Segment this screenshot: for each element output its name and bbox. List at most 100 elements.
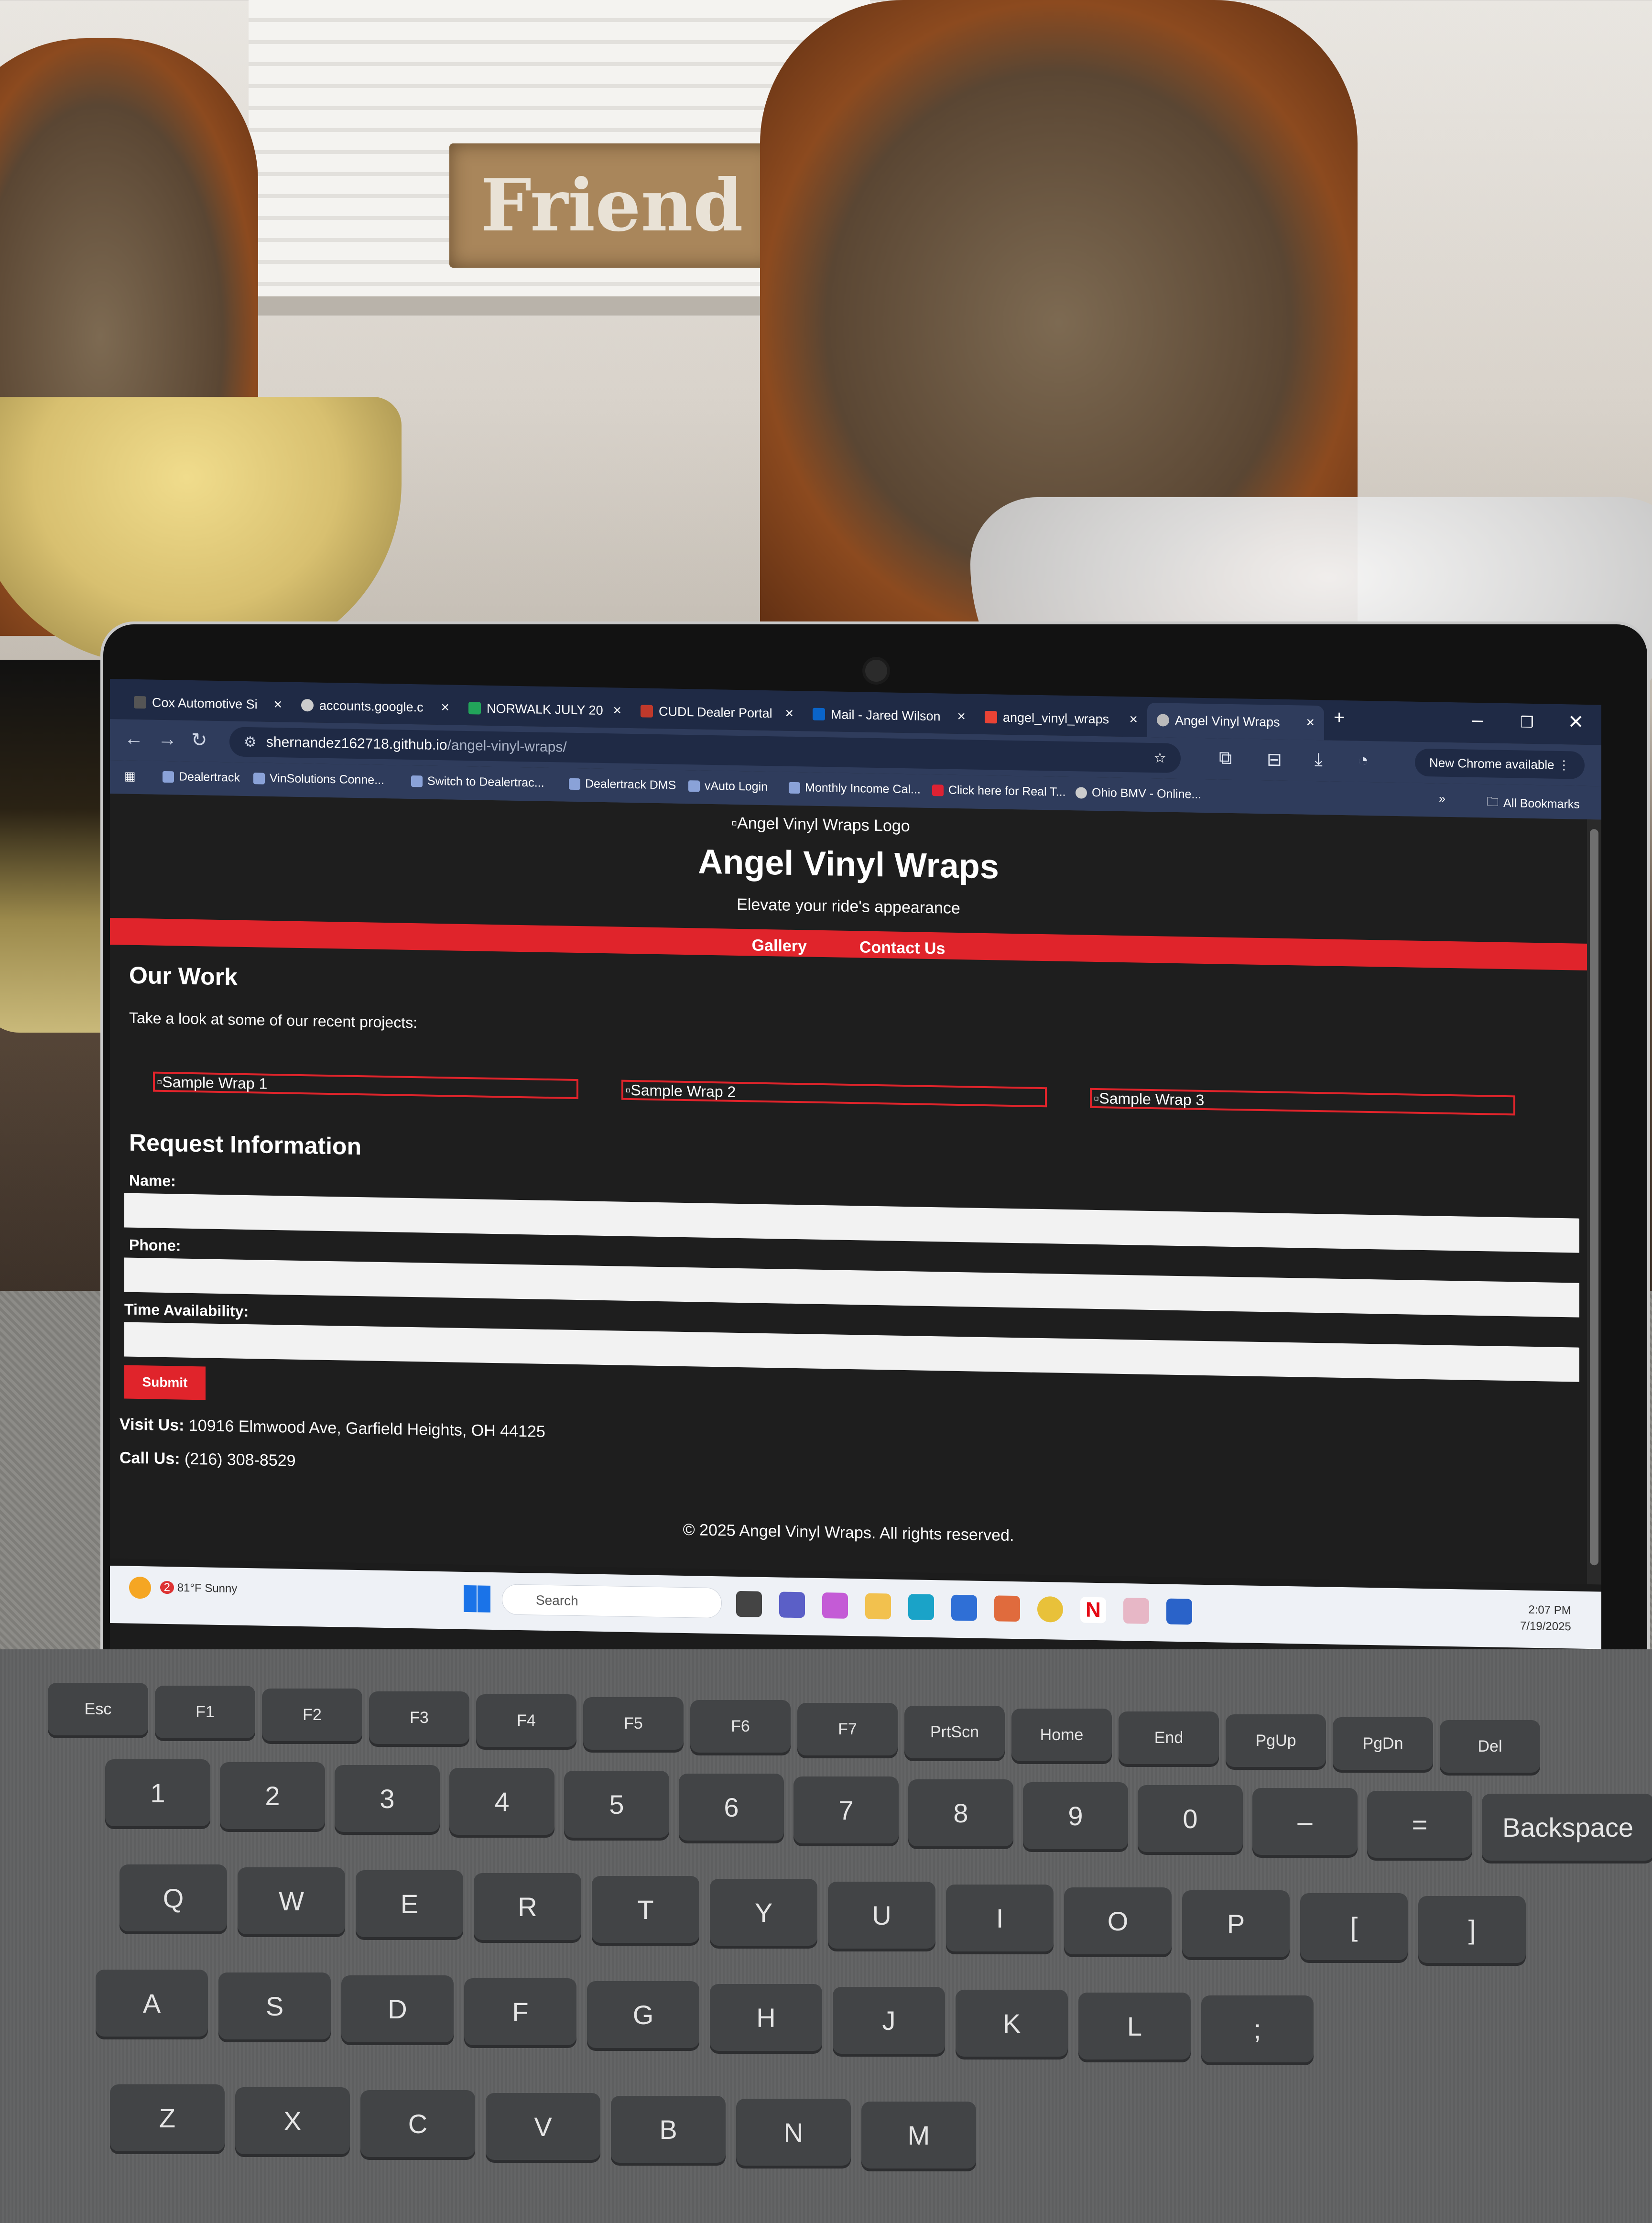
key-w[interactable]: W [238,1867,345,1934]
dealertrack-app-icon[interactable] [1166,1598,1192,1625]
key-f2[interactable]: F2 [262,1689,362,1741]
store-icon[interactable] [951,1594,977,1621]
windows-start-icon[interactable] [464,1585,490,1613]
key-home[interactable]: Home [1011,1709,1112,1761]
site-info-icon[interactable]: ⚙ [244,733,257,750]
bookmark-star-icon[interactable]: ☆ [1153,750,1166,766]
restore-icon[interactable]: ❐ [1520,713,1534,731]
key-prtscn[interactable]: PrtScn [904,1706,1005,1758]
copilot-icon[interactable] [822,1592,848,1619]
bookmark-dealertrack[interactable]: Dealertrack [163,770,240,785]
close-window-icon[interactable]: ✕ [1568,711,1584,733]
tab-angel-vinyl-wraps[interactable]: Angel Vinyl Wraps × [1147,702,1324,741]
tab-gmail[interactable]: angel_vinyl_wraps × [975,700,1147,737]
key-x[interactable]: X [235,2087,350,2154]
submit-button[interactable]: Submit [124,1365,206,1400]
new-tab-icon[interactable]: + [1334,707,1345,729]
key-g[interactable]: G [587,1981,699,2048]
key-o[interactable]: O [1064,1887,1172,1954]
key-u[interactable]: U [828,1882,935,1949]
all-bookmarks-folder[interactable]: 🗀 All Bookmarks [1487,793,1580,815]
key-i[interactable]: I [946,1885,1054,1951]
tab-norwalk[interactable]: NORWALK JULY 20 × [459,691,631,728]
key-2[interactable]: 2 [220,1762,325,1829]
key-[interactable]: – [1252,1788,1358,1855]
close-icon[interactable]: × [957,708,966,725]
key-k[interactable]: K [956,1990,1068,2057]
back-icon[interactable]: ← [124,728,143,750]
key-7[interactable]: 7 [793,1776,899,1843]
key-f[interactable]: F [464,1978,576,2045]
key-s[interactable]: S [218,1972,331,2039]
system-clock[interactable]: 2:07 PM 7/19/2025 [1520,1602,1571,1635]
more-bookmarks-icon[interactable]: » [1439,792,1446,806]
key-6[interactable]: 6 [679,1774,784,1841]
key-y[interactable]: Y [710,1879,817,1946]
reload-icon[interactable]: ↻ [191,729,207,752]
close-icon[interactable]: × [1306,715,1315,731]
key-q[interactable]: Q [120,1864,227,1931]
key-r[interactable]: R [474,1873,581,1940]
key-[interactable]: = [1367,1791,1472,1858]
key-4[interactable]: 4 [449,1768,554,1835]
key-l[interactable]: L [1078,1993,1191,2060]
key-f3[interactable]: F3 [369,1691,469,1744]
apps-icon[interactable]: ▦ [124,769,136,784]
download-icon[interactable]: ⤓ [1315,750,1323,770]
key-t[interactable]: T [592,1876,699,1943]
weather-widget[interactable]: 2 81°F Sunny [129,1576,237,1601]
tab-outlook-mail[interactable]: Mail - Jared Wilson × [803,697,975,734]
close-icon[interactable]: × [1129,711,1138,728]
key-end[interactable]: End [1119,1711,1219,1764]
edge-icon[interactable] [908,1594,934,1621]
bookmark-ohio-bmv[interactable]: Ohio BMV - Online... [1076,785,1201,802]
key-m[interactable]: M [861,2102,976,2169]
gallery-image-2[interactable]: ▫Sample Wrap 2 [621,1079,1047,1108]
key-pgdn[interactable]: PgDn [1333,1717,1433,1770]
tab-search-icon[interactable]: ⊟ [1267,749,1282,771]
key-a[interactable]: A [96,1970,208,2037]
key-j[interactable]: J [833,1987,945,2054]
key-f7[interactable]: F7 [797,1703,898,1755]
tab-cox-automotive[interactable]: Cox Automotive Si × [124,685,292,722]
task-view-icon[interactable] [736,1591,762,1617]
bookmark-switch-dealertrack[interactable]: Switch to Dealertrac... [411,774,544,790]
key-1[interactable]: 1 [105,1759,210,1826]
key-c[interactable]: C [360,2090,475,2157]
key-8[interactable]: 8 [908,1779,1013,1846]
key-v[interactable]: V [486,2093,600,2160]
key-h[interactable]: H [710,1984,822,2051]
taskbar-search[interactable]: Search [502,1584,722,1619]
extensions-icon[interactable]: ⧉ [1219,748,1232,768]
key-e[interactable]: E [356,1870,463,1937]
bookmark-vinsolutions[interactable]: VinSolutions Conne... [253,771,384,787]
office-icon[interactable] [994,1595,1020,1622]
bookmark-monthly-income[interactable]: Monthly Income Cal... [789,781,921,797]
key-[interactable]: [ [1300,1893,1408,1960]
chrome-icon[interactable] [1037,1596,1063,1623]
minimize-icon[interactable]: – [1472,709,1483,731]
chrome-update-button[interactable]: New Chrome available ⋮ [1415,748,1585,779]
file-explorer-icon[interactable] [865,1593,891,1620]
close-icon[interactable]: × [613,702,621,719]
key-5[interactable]: 5 [564,1771,669,1838]
key-pgup[interactable]: PgUp [1226,1714,1326,1767]
key-[interactable]: ] [1418,1896,1526,1963]
phone-input[interactable] [124,1257,1579,1318]
scrollbar-thumb[interactable] [1590,829,1598,1566]
key-f5[interactable]: F5 [583,1697,684,1750]
key-z[interactable]: Z [110,2084,225,2151]
tab-cudl[interactable]: CUDL Dealer Portal × [631,694,803,731]
key-[interactable]: ; [1201,1995,1314,2062]
bookmark-dealertrack-dms[interactable]: Dealertrack DMS [569,777,676,793]
close-icon[interactable]: × [785,706,793,722]
close-icon[interactable]: × [441,699,449,716]
page-scrollbar[interactable] [1587,819,1601,1585]
bookmark-vauto[interactable]: vAuto Login [688,779,768,794]
close-icon[interactable]: × [273,697,282,713]
name-input[interactable] [124,1193,1579,1253]
bookmark-real-time[interactable]: Click here for Real T... [932,783,1065,799]
key-9[interactable]: 9 [1023,1782,1128,1849]
key-p[interactable]: P [1182,1890,1290,1957]
key-f4[interactable]: F4 [476,1694,576,1747]
